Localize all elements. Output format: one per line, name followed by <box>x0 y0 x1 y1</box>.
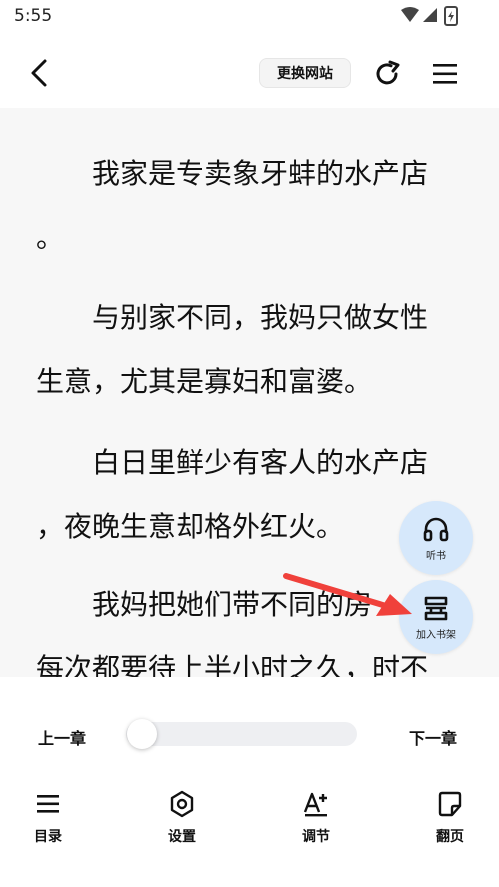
list-icon <box>37 795 59 813</box>
refresh-icon[interactable] <box>374 60 402 88</box>
settings-hexagon-icon <box>170 790 194 818</box>
text-line: 。 <box>36 221 65 254</box>
adjust-button[interactable]: 调节 <box>286 790 346 850</box>
page-flip-button[interactable]: 翻页 <box>420 790 480 850</box>
toc-button[interactable]: 目录 <box>18 790 78 850</box>
font-adjust-icon <box>303 792 327 817</box>
settings-label: 设置 <box>168 829 196 845</box>
battery-icon <box>444 6 458 26</box>
settings-button[interactable]: 设置 <box>152 790 212 850</box>
change-source-button[interactable]: 更换网站 <box>259 58 351 88</box>
next-chapter-button[interactable]: 下一章 <box>409 725 457 749</box>
red-arrow-icon <box>283 573 412 616</box>
signal-icon <box>423 8 437 22</box>
chevron-left-icon[interactable] <box>26 58 54 88</box>
listen-label: 听书 <box>426 551 446 562</box>
status-time: 5:55 <box>14 6 53 26</box>
page-flip-icon <box>438 791 462 817</box>
bookshelf-icon <box>424 596 448 621</box>
status-icons <box>401 6 458 26</box>
text-line: 与别家不同，我妈只做女性 <box>36 301 429 334</box>
listen-button[interactable]: 听书 <box>399 501 473 575</box>
bottom-panel: 上一章 下一章 目录 设置 调节 翻页 <box>0 677 499 887</box>
reader-content[interactable]: 我家是专卖象牙蚌的水产店 。 与别家不同，我妈只做女性 生意，尤其是寡妇和富婆。… <box>0 108 499 677</box>
text-line: 白日里鲜少有客人的水产店 <box>36 446 429 479</box>
headphones-icon <box>423 517 449 542</box>
add-to-shelf-label: 加入书架 <box>416 630 456 641</box>
status-bar: 5:55 <box>0 0 499 36</box>
chapter-progress-slider[interactable] <box>126 722 357 746</box>
prev-chapter-button[interactable]: 上一章 <box>38 725 86 749</box>
adjust-label: 调节 <box>302 829 330 845</box>
page-flip-label: 翻页 <box>436 829 464 845</box>
top-bar: 更换网站 <box>0 36 499 108</box>
text-line: 我家是专卖象牙蚌的水产店 <box>36 157 429 190</box>
wifi-icon <box>401 7 419 22</box>
paragraph-1: 我家是专卖象牙蚌的水产店 。 <box>36 142 466 270</box>
slider-thumb[interactable] <box>127 719 157 749</box>
text-line: 每次都要待上半小时之久，时不 <box>36 652 429 677</box>
paragraph-2: 与别家不同，我妈只做女性 生意，尤其是寡妇和富婆。 <box>36 286 466 414</box>
toc-label: 目录 <box>34 829 62 845</box>
hamburger-menu-icon[interactable] <box>432 62 458 86</box>
text-line: 生意，尤其是寡妇和富婆。 <box>36 365 373 398</box>
